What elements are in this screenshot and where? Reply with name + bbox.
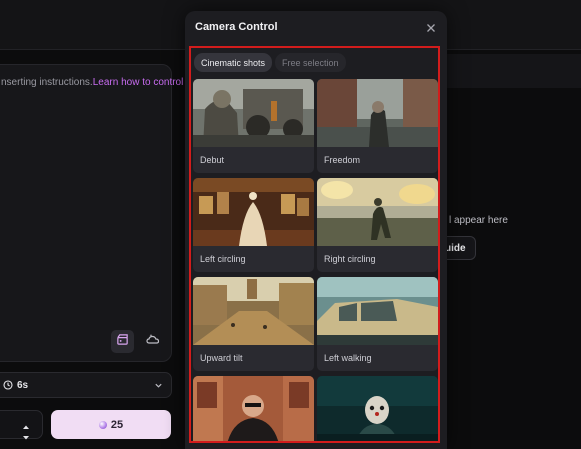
duration-select[interactable]: 6s: [0, 372, 172, 398]
instruction-label: nserting instructions.: [1, 77, 93, 88]
guide-label: uide: [445, 242, 466, 254]
camera-control-modal: Camera Control Cinematic shots Free sele…: [185, 11, 447, 449]
learn-link[interactable]: Learn how to control: [93, 77, 184, 88]
prompt-panel[interactable]: nserting instructions.Learn how to contr…: [0, 64, 183, 362]
tab-free-selection[interactable]: Free selection: [275, 53, 346, 72]
generate-button[interactable]: 25: [51, 410, 171, 439]
camera-control-button[interactable]: [111, 330, 134, 353]
modal-title: Camera Control: [195, 21, 278, 33]
empty-state-text: l appear here: [449, 215, 508, 226]
card-label: Left walking: [324, 353, 372, 363]
camera-card-debut[interactable]: Debut: [193, 79, 314, 173]
right-panel-header: [440, 54, 581, 88]
card-label: Right circling: [324, 254, 376, 264]
gown-gallery-thumbnail: [193, 178, 314, 246]
chevron-down-icon[interactable]: [22, 428, 30, 446]
quantity-stepper[interactable]: [0, 410, 43, 440]
credit-gem-icon: [98, 420, 107, 429]
generate-cost: 25: [110, 418, 124, 431]
camera-clapper-icon: [116, 333, 129, 351]
battlefield-soldier-thumbnail: [317, 178, 438, 246]
vintage-car-thumbnail: [317, 277, 438, 345]
duration-value: 6s: [17, 379, 29, 391]
camera-tabs: Cinematic shots Free selection: [194, 53, 346, 72]
camera-card-left-circling[interactable]: Left circling: [193, 178, 314, 272]
clock-icon: [3, 380, 13, 390]
camera-options-area: Cinematic shots Free selection Debut Fre…: [189, 46, 440, 443]
card-label: Freedom: [324, 155, 361, 165]
camera-card-right-circling[interactable]: Right circling: [317, 178, 438, 272]
camera-card-upward-tilt[interactable]: Upward tilt: [193, 277, 314, 371]
card-label: Debut: [200, 155, 225, 165]
old-town-street-thumbnail: [193, 277, 314, 345]
clown-thumbnail: [317, 376, 438, 441]
woman-sunglasses-thumbnail: [193, 376, 314, 441]
soldier-scene-thumbnail: [193, 79, 314, 147]
effects-button[interactable]: [141, 330, 164, 353]
camera-card-clown[interactable]: [317, 376, 438, 441]
camera-card-portrait[interactable]: [193, 376, 314, 441]
camera-card-left-walking[interactable]: Left walking: [317, 277, 438, 371]
card-label: Upward tilt: [200, 353, 243, 363]
street-walker-thumbnail: [317, 79, 438, 147]
instruction-text: nserting instructions.Learn how to contr…: [1, 77, 183, 88]
close-icon[interactable]: [425, 21, 437, 33]
chevron-down-icon: [154, 381, 163, 393]
tab-cinematic-shots[interactable]: Cinematic shots: [194, 53, 273, 72]
magic-cloud-icon: [145, 333, 160, 351]
card-label: Left circling: [200, 254, 246, 264]
camera-card-freedom[interactable]: Freedom: [317, 79, 438, 173]
